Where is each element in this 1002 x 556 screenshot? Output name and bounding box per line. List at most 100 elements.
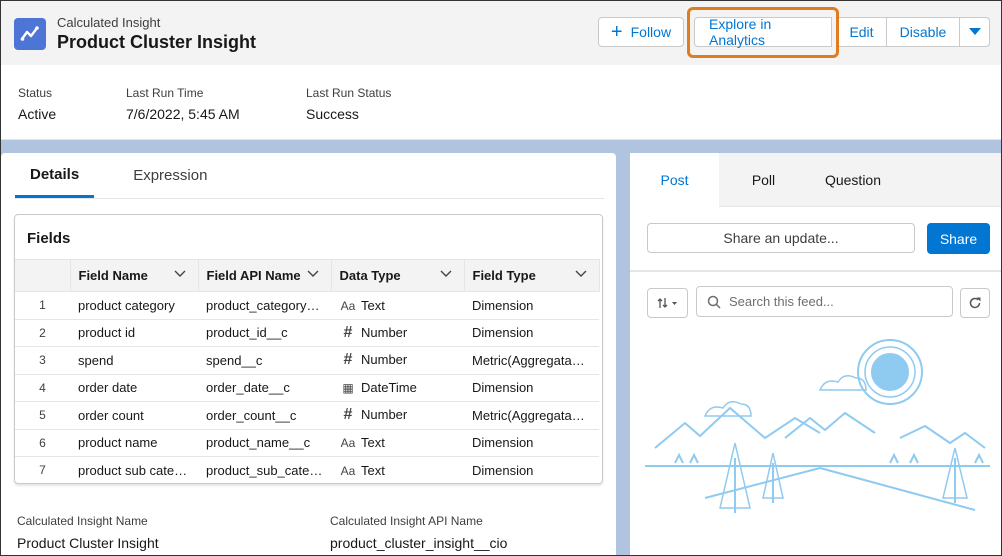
data-type-label: Number [361,407,408,423]
table-row[interactable]: 7 product sub catego... product_sub_categ.… [15,456,599,483]
chevron-down-icon[interactable] [307,270,319,278]
highlight-value: Active [18,106,57,122]
data-type-label: Text [361,435,385,451]
cell-data-type: # Number [331,346,464,375]
table-row[interactable]: 1 product category product_category__c Aa Te… [15,291,599,320]
cell-field-type: Metric(Aggregatabl... [464,401,599,430]
details-card: Details Expression Fields Field Name Fie… [1,153,616,556]
fields-title: Fields [27,230,71,247]
table-row[interactable]: 4 order date order_date__c ▦ DateTime Dimensi… [15,374,599,402]
chevron-down-icon[interactable] [440,270,452,278]
highlight-last-run-time: Last Run Time 7/6/2022, 5:45 AM [126,86,240,122]
data-type-label: DateTime [361,380,417,396]
data-type-label: Number [361,352,408,368]
highlight-last-run-status: Last Run Status Success [306,86,391,122]
cell-field-api-name: order_date__c [198,374,331,402]
row-number: 1 [15,291,70,320]
chevron-down-icon[interactable] [575,270,587,278]
column-header-field-name[interactable]: Field Name [70,259,199,292]
cell-field-name: spend [70,346,198,375]
column-header-field-type[interactable]: Field Type [464,259,600,292]
row-number: 3 [15,346,70,375]
calculated-insight-icon [14,18,46,50]
search-feed-input[interactable]: Search this feed... [696,286,953,317]
tab-poll[interactable]: Poll [719,153,808,207]
chevron-down-icon[interactable] [174,270,186,278]
share-update-input[interactable]: Share an update... [647,223,915,253]
tab-expression[interactable]: Expression [118,153,222,198]
cell-field-type: Dimension [464,456,599,483]
more-actions-button[interactable] [959,17,990,47]
cell-data-type: ▦ DateTime [331,374,464,402]
edit-button[interactable]: Edit [837,17,887,47]
cell-data-type: # Number [331,319,464,347]
highlight-label: Last Run Status [306,86,392,100]
row-number: 4 [15,374,70,402]
share-button[interactable]: Share [927,223,990,254]
column-header-label: Data Type [339,268,401,283]
follow-button[interactable]: + Follow [598,17,684,47]
highlight-label: Last Run Time [126,86,204,100]
calendar-type-icon: ▦ [342,381,354,396]
table-row[interactable]: 5 order count order_count__c # Number Metric(… [15,401,599,430]
plus-icon: + [610,21,623,43]
cell-field-api-name: product_id__c [198,319,331,347]
chatter-feed-card: Post Poll Question Share an update... Sh… [630,153,1001,556]
search-icon [707,295,721,309]
cell-field-name: product sub catego... [70,456,198,483]
cell-data-type: # Number [331,401,464,430]
empty-feed-illustration [645,339,990,513]
search-placeholder: Search this feed... [729,294,834,309]
disable-button[interactable]: Disable [886,17,960,47]
table-header-row: Field Name Field API Name Data Type Fiel… [15,259,600,292]
cell-field-api-name: spend__c [198,346,331,375]
field-value: product_cluster_insight__cio [330,535,508,551]
refresh-feed-button[interactable] [960,288,990,318]
sort-feed-button[interactable] [647,288,688,318]
cell-field-name: order count [70,401,198,430]
feed-divider [630,270,1001,272]
data-type-label: Text [361,297,385,313]
cell-data-type: Aa Text [331,291,464,320]
column-header-data-type[interactable]: Data Type [331,259,465,292]
cell-field-api-name: product_category__c [198,291,331,320]
cell-field-name: product id [70,319,198,347]
number-type-icon: # [343,323,353,341]
field-label: Calculated Insight API Name [330,514,483,528]
field-value: Product Cluster Insight [17,535,159,551]
cell-field-type: Dimension [464,429,599,457]
cell-data-type: Aa Text [331,429,464,457]
publisher-tabs: Post Poll Question [630,153,1001,207]
column-header-field-api-name[interactable]: Field API Name [198,259,332,292]
cell-field-type: Dimension [464,291,599,320]
tab-question[interactable]: Question [808,153,898,207]
sort-icon [657,298,677,308]
row-number: 6 [15,429,70,457]
number-type-icon: # [343,351,353,369]
highlight-value: Success [306,106,359,122]
cell-field-api-name: order_count__c [198,401,331,430]
row-number: 2 [15,319,70,347]
data-type-label: Text [361,462,385,478]
table-row[interactable]: 6 product name product_name__c Aa Text Dimens… [15,429,599,457]
text-type-icon: Aa [340,463,356,478]
data-type-label: Number [361,324,408,340]
row-number: 5 [15,401,70,430]
refresh-icon [969,297,981,309]
tab-details[interactable]: Details [15,153,95,198]
tab-post[interactable]: Post [630,153,719,207]
explore-in-analytics-button[interactable]: Explore in Analytics [694,16,832,48]
cell-field-name: order date [70,374,198,402]
column-header-label: Field Type [472,268,536,283]
page-title: Product Cluster Insight [57,32,257,52]
table-row[interactable]: 2 product id product_id__c # Number Dimension [15,319,599,347]
table-row[interactable]: 3 spend spend__c # Number Metric(Aggregatabl.… [15,346,599,375]
fields-related-list: Fields Field Name Field API Name Data Ty… [14,214,603,484]
column-header-label: Field Name [78,268,148,283]
number-type-icon: # [343,406,353,424]
cell-field-type: Dimension [464,319,599,347]
object-type-label: Calculated Insight [57,15,161,30]
cell-field-type: Metric(Aggregatabl... [464,346,599,375]
highlight-value: 7/6/2022, 5:45 AM [126,106,240,122]
cell-field-api-name: product_sub_categ... [198,456,331,483]
